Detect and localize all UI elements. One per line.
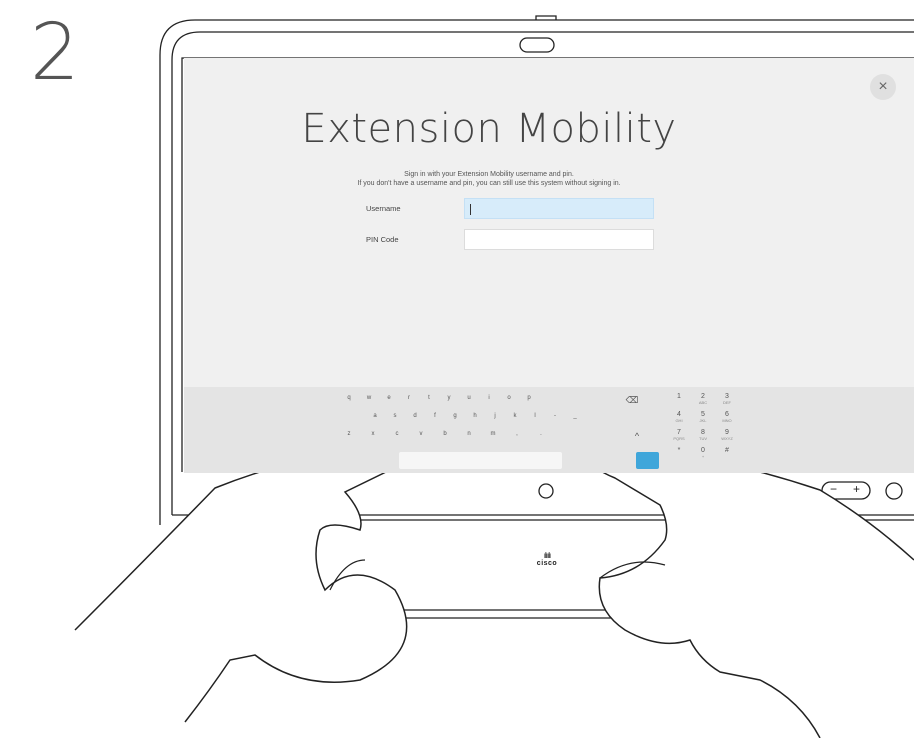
key-row2-7[interactable]: k [508,413,522,419]
key-row1-4[interactable]: t [422,395,436,401]
key-row2-4[interactable]: g [448,413,462,419]
cisco-wordmark: cisco [536,560,558,567]
numpad-key-6[interactable]: 7 PQRS [669,429,689,441]
numpad-key-1[interactable]: 2 ABC [693,393,713,405]
numpad-digit: 5 [701,411,705,418]
backspace-icon[interactable]: ⌫ [625,395,639,406]
key-row1-8[interactable]: o [502,395,516,401]
username-label: Username [366,204,401,213]
username-field[interactable] [464,198,654,219]
key-row1-5[interactable]: y [442,395,456,401]
key-row2-0[interactable]: a [368,413,382,419]
key-row3-6[interactable]: m [486,431,500,437]
cisco-logo: ılıılı cisco [527,551,567,567]
numpad-letters: JKL [699,418,707,423]
shift-icon[interactable]: ^ [630,431,644,441]
numpad-key-5[interactable]: 6 MNO [717,411,737,423]
volume-down-button[interactable]: − [830,482,837,496]
key-row2-8[interactable]: l [528,413,542,419]
numpad-digit: 9 [725,429,729,436]
numpad-digit: 2 [701,393,705,400]
numpad-key-10[interactable]: 0 + [693,447,713,459]
key-row1-3[interactable]: r [402,395,416,401]
numpad-letters: + [701,454,705,459]
pin-code-field[interactable] [464,229,654,250]
key-row1-0[interactable]: q [342,395,356,401]
key-row3-8[interactable]: . [534,431,548,437]
numpad-digit: * [677,447,681,454]
numpad-digit: 1 [677,393,681,400]
numpad-digit: 7 [677,429,681,436]
key-row2-3[interactable]: f [428,413,442,419]
numpad-key-9[interactable]: * [669,447,689,454]
numpad-digit: 4 [677,411,681,418]
numpad-letters: DEF [723,400,731,405]
numpad-key-0[interactable]: 1 [669,393,689,400]
space-key[interactable] [399,452,562,469]
key-row3-3[interactable]: v [414,431,428,437]
page-title: Extension Mobility [301,106,677,152]
subtitle-line-2: If you don't have a username and pin, yo… [357,180,621,187]
key-row1-1[interactable]: w [362,395,376,401]
numpad-digit: 6 [725,411,729,418]
key-row1-6[interactable]: u [462,395,476,401]
key-row3-0[interactable]: z [342,431,356,437]
text-caret [470,204,471,215]
key-row1-9[interactable]: p [522,395,536,401]
numpad-digit: # [725,447,729,454]
key-row2-1[interactable]: s [388,413,402,419]
numpad-key-4[interactable]: 5 JKL [693,411,713,423]
numpad-digit: 0 [701,447,705,454]
numpad-digit: 3 [725,393,729,400]
numpad-letters: ABC [698,400,708,405]
key-row2-9[interactable]: - [548,413,562,419]
touch-screen: × Extension Mobility Sign in with your E… [184,58,914,473]
numpad-letters: WXYZ [721,436,733,441]
close-button[interactable]: × [870,74,896,100]
key-row3-7[interactable]: , [510,431,524,437]
numpad-letters: TUV [699,436,707,441]
key-row3-1[interactable]: x [366,431,380,437]
numpad-key-11[interactable]: # [717,447,737,454]
key-row2-5[interactable]: h [468,413,482,419]
volume-up-button[interactable]: + [853,482,860,496]
numpad-letters: PQRS [673,436,685,441]
key-row3-5[interactable]: n [462,431,476,437]
numpad-letters: MNO [722,418,732,423]
numpad-key-8[interactable]: 9 WXYZ [717,429,737,441]
cisco-bars-icon: ılıılı [543,551,551,560]
numpad-key-2[interactable]: 3 DEF [717,393,737,405]
key-row1-7[interactable]: i [482,395,496,401]
key-row1-2[interactable]: e [382,395,396,401]
key-row3-2[interactable]: c [390,431,404,437]
numpad-letters: GHI [675,418,683,423]
enter-key[interactable] [636,452,659,469]
key-row2-2[interactable]: d [408,413,422,419]
pin-code-label: PIN Code [366,235,399,244]
on-screen-keyboard: q w e r t y u i o p a s d f g h j k l - _z x c v b n m,. ⌫ ^ 1 2 ABC… [184,387,914,473]
key-row2-6[interactable]: j [488,413,502,419]
numpad-digit: 8 [701,429,705,436]
numpad-key-7[interactable]: 8 TUV [693,429,713,441]
key-row2-10[interactable]: _ [568,413,582,419]
key-row3-4[interactable]: b [438,431,452,437]
numpad-key-3[interactable]: 4 GHI [669,411,689,423]
subtitle-line-1: Sign in with your Extension Mobility use… [404,171,574,178]
